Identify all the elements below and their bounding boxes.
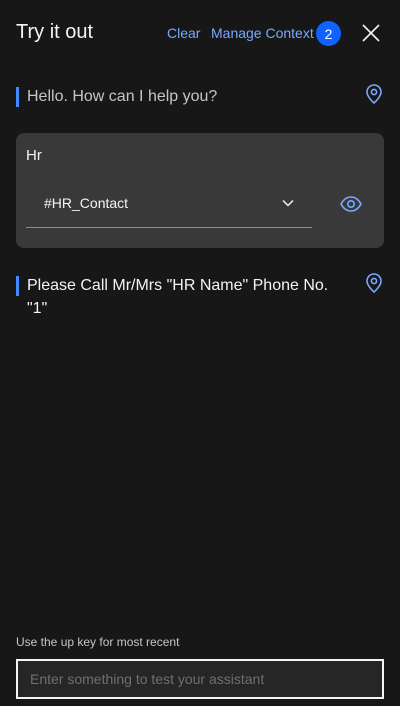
assistant-message: Hello. How can I help you? <box>16 84 384 108</box>
message-input-container <box>16 659 384 699</box>
context-dropdown[interactable]: #HR_Contact <box>26 188 312 228</box>
location-pin-icon[interactable] <box>366 84 382 104</box>
message-accent-bar <box>16 87 19 107</box>
input-hint: Use the up key for most recent <box>16 635 180 649</box>
message-text: Hello. How can I help you? <box>27 88 218 105</box>
chevron-down-icon <box>282 199 294 207</box>
manage-context-button[interactable]: Manage Context <box>211 25 314 41</box>
message-text: Please Call Mr/Mrs "HR Name" Phone No. "… <box>27 277 329 317</box>
location-pin-icon[interactable] <box>366 273 382 293</box>
context-count-badge[interactable]: 2 <box>316 21 341 46</box>
close-icon[interactable] <box>360 22 382 44</box>
panel-header: Try it out Clear Manage Context 2 <box>0 0 400 66</box>
dropdown-value: #HR_Contact <box>44 195 129 211</box>
message-input[interactable] <box>18 661 382 697</box>
message-accent-bar <box>16 276 19 296</box>
eye-icon[interactable] <box>340 196 362 212</box>
assistant-message: Please Call Mr/Mrs "HR Name" Phone No. "… <box>16 273 384 323</box>
try-it-out-panel: Try it out Clear Manage Context 2 Hello.… <box>0 0 400 706</box>
response-card: Hr #HR_Contact <box>16 133 384 248</box>
panel-title: Try it out <box>16 21 94 43</box>
card-title: Hr <box>26 147 42 164</box>
clear-button[interactable]: Clear <box>167 25 200 41</box>
